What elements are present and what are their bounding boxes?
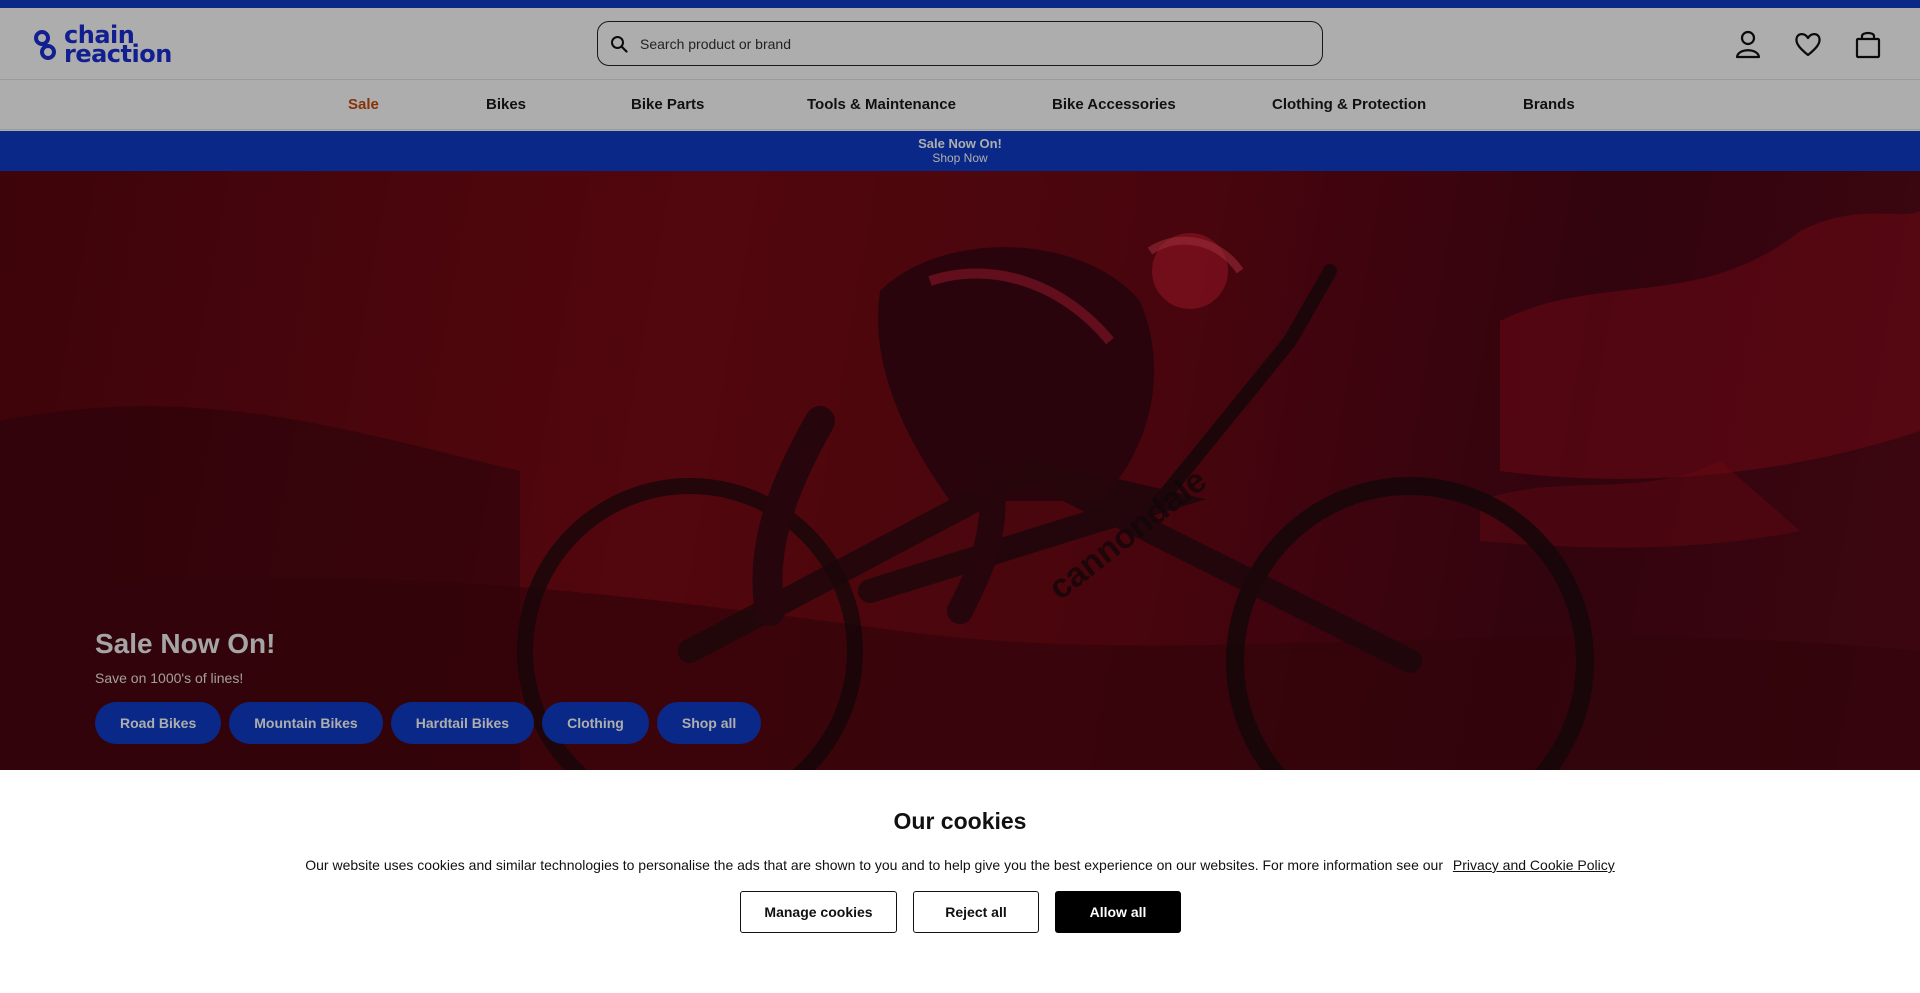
manage-cookies-button[interactable]: Manage cookies (740, 891, 897, 933)
cookie-actions: Manage cookies Reject all Allow all (740, 891, 1181, 933)
cookies-description: Our website uses cookies and similar tec… (0, 857, 1920, 873)
cookie-consent-banner: Our cookies Our website uses cookies and… (0, 770, 1920, 993)
cookies-title: Our cookies (893, 808, 1027, 834)
cookie-overlay-backdrop (0, 0, 1920, 770)
allow-all-button[interactable]: Allow all (1055, 891, 1181, 933)
cookies-text: Our website uses cookies and similar tec… (305, 857, 1443, 873)
reject-all-button[interactable]: Reject all (913, 891, 1039, 933)
privacy-cookie-policy-link[interactable]: Privacy and Cookie Policy (1453, 857, 1615, 873)
